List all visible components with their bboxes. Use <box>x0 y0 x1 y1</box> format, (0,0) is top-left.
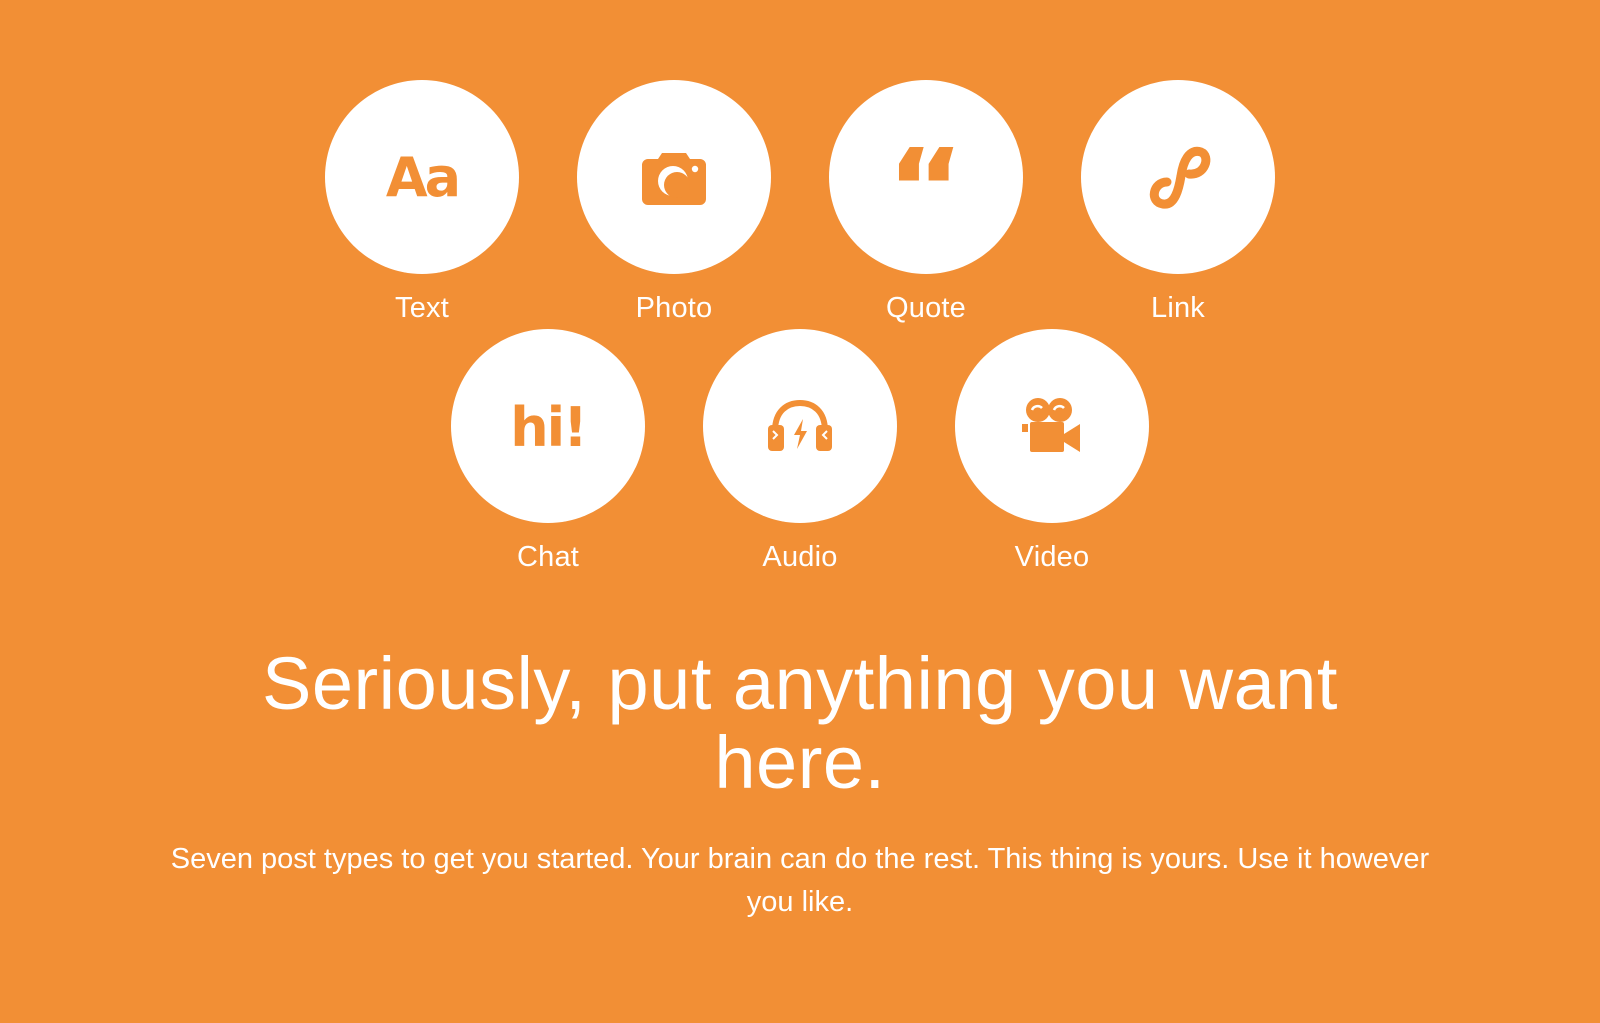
post-type-video[interactable]: Video <box>955 329 1149 574</box>
headphones-icon <box>768 399 832 451</box>
post-type-chat[interactable]: hi! Chat <box>451 329 645 574</box>
post-type-picker: Aa Text Photo “ Quote <box>0 80 1600 574</box>
camera-icon <box>642 153 706 205</box>
quote-icon: “ <box>891 147 961 207</box>
text-icon: Aa <box>386 147 461 207</box>
link-icon <box>1149 146 1211 209</box>
post-type-row-1: Aa Text Photo “ Quote <box>0 80 1600 325</box>
link-button[interactable] <box>1081 80 1275 274</box>
chat-button[interactable]: hi! <box>451 329 645 523</box>
post-type-label: Audio <box>762 541 838 573</box>
svg-text:“: “ <box>891 147 961 207</box>
video-button[interactable] <box>955 329 1149 523</box>
svg-text:hi!: hi! <box>510 396 586 456</box>
post-type-label: Photo <box>635 292 713 324</box>
post-type-label: Text <box>395 292 449 324</box>
text-button[interactable]: Aa <box>325 80 519 274</box>
post-type-label: Link <box>1151 292 1205 324</box>
post-type-audio[interactable]: Audio <box>703 329 897 574</box>
page-subtext: Seven post types to get you started. You… <box>170 843 1430 918</box>
post-type-text[interactable]: Aa Text <box>325 80 519 325</box>
quote-button[interactable]: “ <box>829 80 1023 274</box>
post-type-label: Chat <box>516 541 580 573</box>
post-type-link[interactable]: Link <box>1081 80 1275 325</box>
photo-button[interactable] <box>577 80 771 274</box>
svg-text:Aa: Aa <box>386 147 458 207</box>
chat-icon: hi! <box>510 396 588 456</box>
post-type-label: Video <box>1014 541 1090 573</box>
post-type-label: Quote <box>886 292 966 324</box>
post-type-row-2: hi! Chat Audio Video <box>0 329 1600 574</box>
video-camera-icon <box>1022 398 1080 452</box>
page-headline: Seriously, put anything you want here. <box>262 642 1338 804</box>
post-type-photo[interactable]: Photo <box>577 80 771 325</box>
audio-button[interactable] <box>703 329 897 523</box>
post-type-quote[interactable]: “ Quote <box>829 80 1023 325</box>
